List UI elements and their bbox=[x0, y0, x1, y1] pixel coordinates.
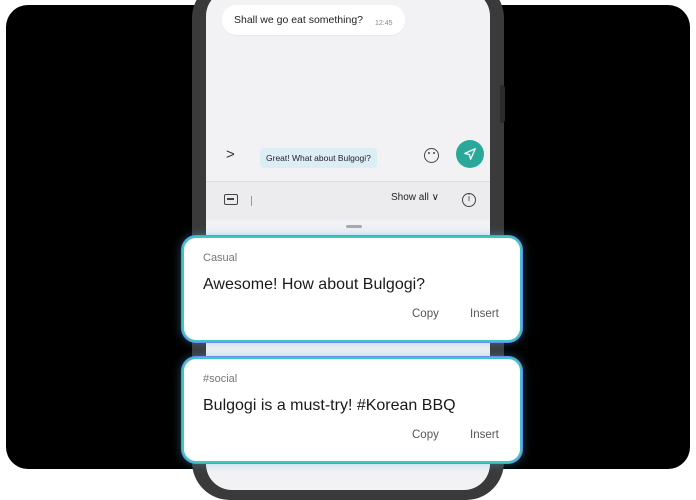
suggestion-tone-label: #social bbox=[203, 373, 238, 385]
insert-button[interactable]: Insert bbox=[470, 308, 499, 320]
emoji-icon[interactable] bbox=[424, 148, 439, 163]
send-icon bbox=[464, 148, 476, 160]
suggestion-card-social: #social Bulgogi is a must-try! #Korean B… bbox=[182, 357, 522, 463]
phone-side-button bbox=[500, 85, 505, 123]
suggestion-text: Bulgogi is a must-try! #Korean BBQ bbox=[203, 397, 456, 414]
show-all-dropdown[interactable]: Show all ∨ bbox=[391, 192, 439, 203]
copy-button[interactable]: Copy bbox=[412, 429, 439, 441]
info-icon[interactable]: i bbox=[462, 193, 476, 207]
sheet-handle[interactable] bbox=[346, 225, 362, 228]
send-button[interactable] bbox=[456, 140, 484, 168]
chevron-right-icon[interactable]: > bbox=[226, 146, 235, 163]
toolbar-separator bbox=[251, 196, 252, 206]
suggestion-text: Awesome! How about Bulgogi? bbox=[203, 276, 426, 293]
insert-button[interactable]: Insert bbox=[470, 429, 499, 441]
copy-button[interactable]: Copy bbox=[412, 308, 439, 320]
ai-toolbar: Show all ∨ i bbox=[206, 182, 490, 220]
incoming-message-text: Shall we go eat something? bbox=[234, 14, 363, 26]
message-timestamp: 12:45 bbox=[375, 19, 393, 27]
incoming-message-bubble: Shall we go eat something? 12:45 bbox=[222, 5, 405, 35]
suggestion-card-casual: Casual Awesome! How about Bulgogi? Copy … bbox=[182, 236, 522, 342]
suggestion-tone-label: Casual bbox=[203, 252, 238, 264]
message-input[interactable]: Great! What about Bulgogi? bbox=[260, 148, 377, 168]
message-input-row: > Great! What about Bulgogi? bbox=[222, 140, 490, 174]
keyboard-icon[interactable] bbox=[224, 194, 238, 205]
